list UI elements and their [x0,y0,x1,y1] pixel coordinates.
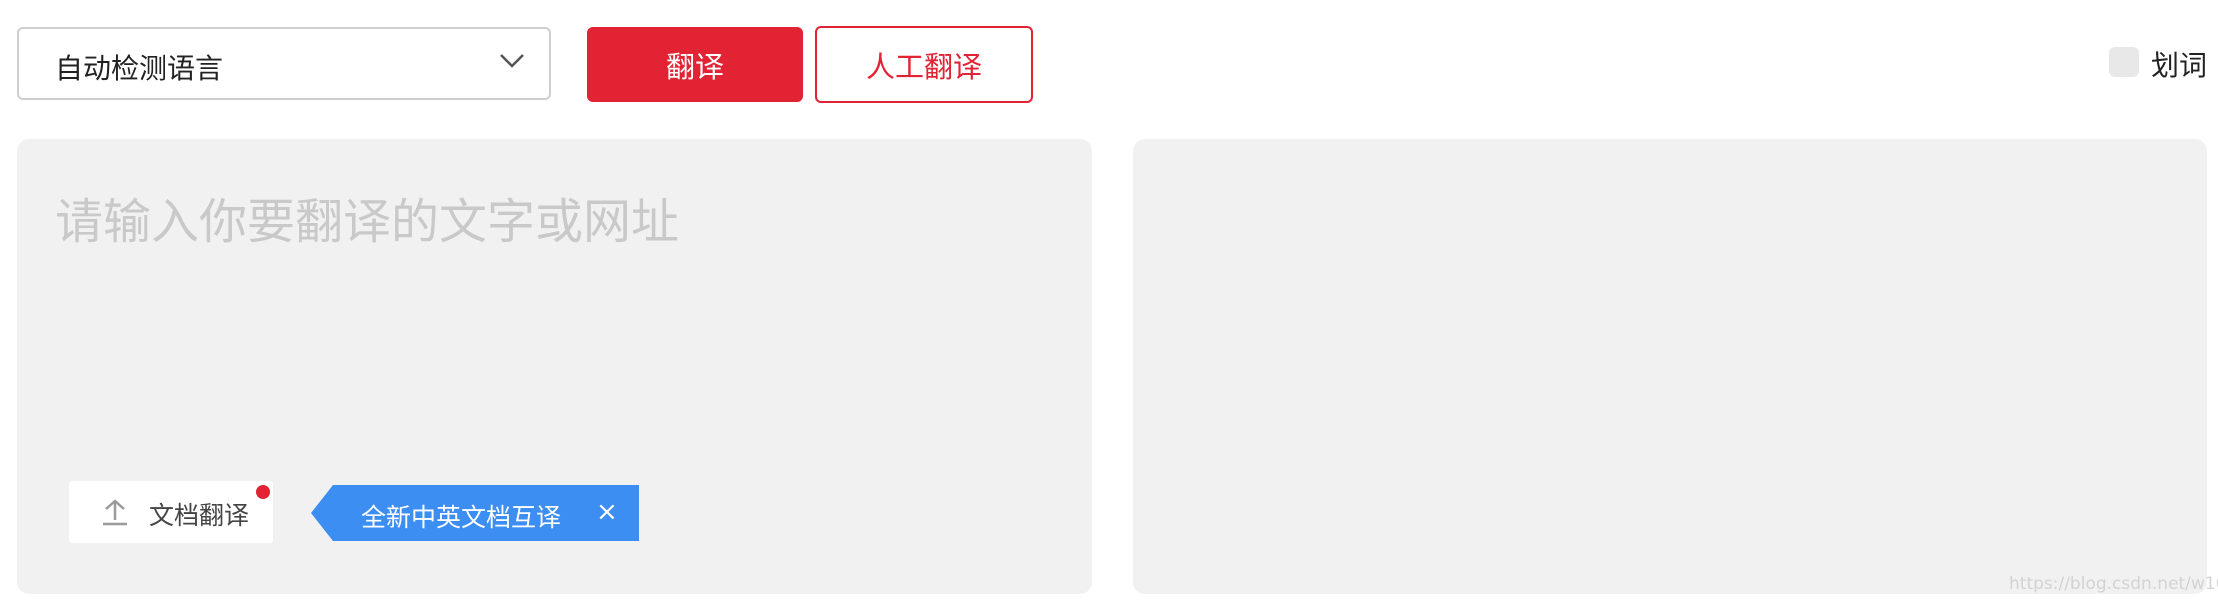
close-icon[interactable]: × [596,497,618,527]
notification-dot [256,485,270,499]
document-translate-button[interactable]: 文档翻译 [69,481,273,543]
translation-result-panel [1133,139,2207,594]
highlight-words-label[interactable]: 划词 [2151,44,2207,84]
translate-button-label: 翻译 [665,49,724,84]
source-text-placeholder: 请输入你要翻译的文字或网址 [55,194,680,250]
document-translate-label: 文档翻译 [149,501,250,530]
translate-button[interactable]: 翻译 [587,27,803,102]
upload-icon [103,499,127,526]
highlight-words-checkbox[interactable] [2109,47,2139,77]
human-translate-button-label: 人工翻译 [865,49,982,84]
human-translate-button[interactable]: 人工翻译 [815,26,1033,103]
language-select[interactable]: 自动检测语言 [17,27,551,100]
promo-tooltip: 全新中英文档互译 × [311,485,639,541]
chevron-down-icon [500,54,524,68]
promo-label: 全新中英文档互译 [361,503,562,532]
watermark: https://blog.csdn.net/w1680 [2009,574,2218,594]
language-select-value: 自动检测语言 [55,52,224,85]
